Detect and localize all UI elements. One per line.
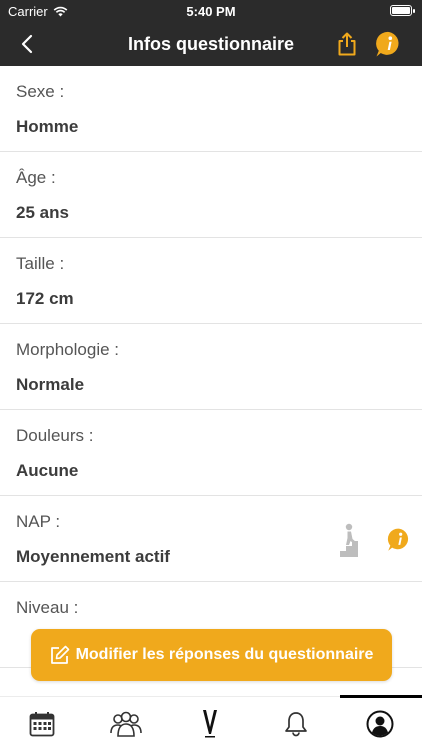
row-label: Âge : [16, 168, 56, 187]
questionnaire-list: Sexe : Homme Âge : 25 ans Taille : 172 c… [0, 66, 422, 696]
row-label: NAP : [16, 512, 61, 531]
row-value: Homme [16, 117, 79, 136]
row-sexe: Sexe : Homme [0, 66, 422, 152]
edit-answers-button[interactable]: Modifier les réponses du questionnaire [31, 629, 392, 681]
brand-logo-icon [203, 710, 217, 738]
row-label: Taille : [16, 254, 65, 273]
tab-profile[interactable] [338, 697, 422, 751]
row-label: Douleurs : [16, 426, 94, 445]
row-label: Niveau : [16, 598, 79, 617]
group-icon [110, 711, 142, 737]
activity-level-icon [340, 523, 358, 557]
edit-answers-label: Modifier les réponses du questionnaire [75, 646, 374, 663]
row-value: 25 ans [16, 203, 69, 222]
tab-group[interactable] [84, 697, 168, 751]
row-value: Aucune [16, 461, 79, 480]
status-bar: Carrier 5:40 PM [0, 0, 422, 22]
tab-home[interactable] [168, 697, 252, 751]
row-label: Morphologie : [16, 340, 120, 359]
row-nap: NAP : Moyennement actif [0, 496, 422, 582]
info-icon[interactable] [386, 526, 413, 553]
share-icon [338, 32, 356, 56]
edit-icon [50, 645, 69, 664]
row-morphologie: Morphologie : Normale [0, 324, 422, 410]
row-value: Moyennement actif [16, 547, 170, 566]
row-douleurs: Douleurs : Aucune [0, 410, 422, 496]
status-time: 5:40 PM [186, 4, 236, 19]
navigation-bar: Infos questionnaire [0, 22, 422, 66]
row-value: 172 cm [16, 289, 74, 308]
battery-icon [390, 5, 415, 16]
info-button[interactable] [374, 29, 404, 59]
tab-notifications[interactable] [254, 697, 338, 751]
row-taille: Taille : 172 cm [0, 238, 422, 324]
calendar-icon [29, 712, 55, 737]
battery-fill [392, 7, 410, 14]
row-age: Âge : 25 ans [0, 152, 422, 238]
row-value: Normale [16, 375, 85, 394]
tab-calendar[interactable] [0, 697, 84, 751]
tab-bar [0, 695, 422, 751]
info-icon [376, 31, 399, 57]
bell-icon [285, 712, 307, 737]
share-button[interactable] [332, 28, 362, 60]
row-label: Sexe : [16, 82, 65, 101]
profile-icon [366, 710, 394, 738]
